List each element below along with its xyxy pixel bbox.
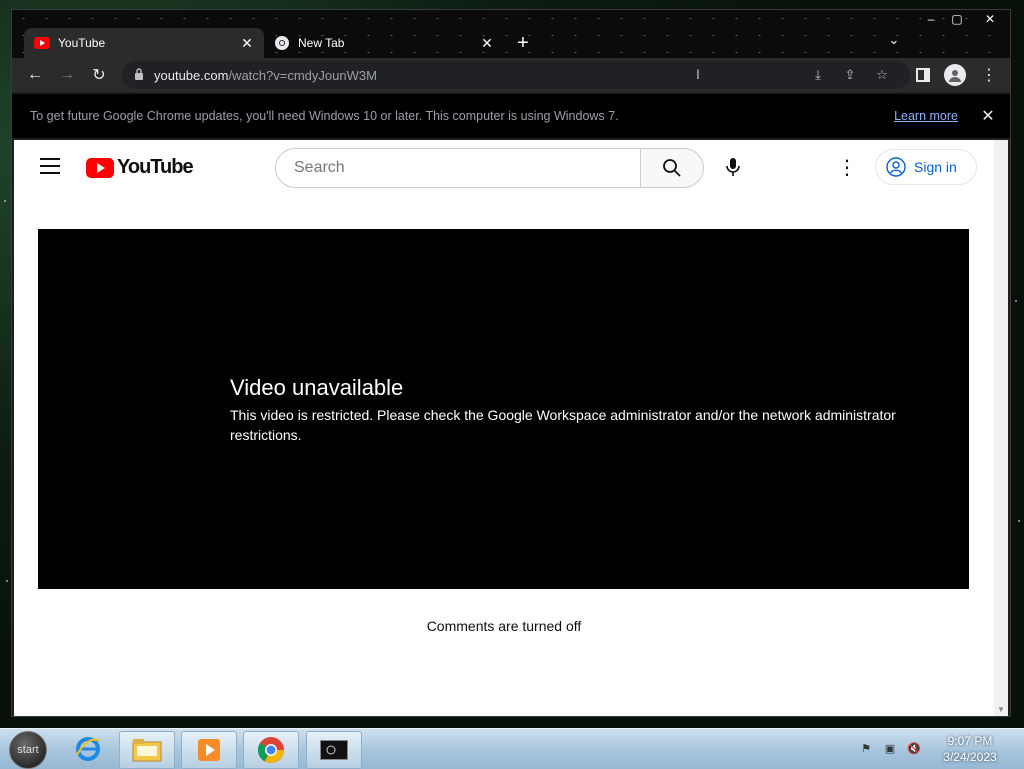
file-explorer-icon[interactable] bbox=[119, 731, 175, 769]
close-tab-icon[interactable]: ✕ bbox=[238, 35, 256, 52]
url-host: youtube.com bbox=[154, 67, 229, 83]
text-cursor-icon: I bbox=[696, 66, 700, 82]
minimize-button[interactable]: – bbox=[918, 10, 944, 28]
youtube-logo[interactable]: YouTube bbox=[86, 156, 194, 179]
action-center-flag-icon[interactable]: ⚑ bbox=[858, 740, 874, 756]
youtube-favicon-icon bbox=[34, 35, 50, 51]
sign-in-button[interactable]: Sign in bbox=[875, 149, 977, 185]
address-bar[interactable]: youtube.com/watch?v=cmdyJounW3M I ⤓ ⇪ ☆ bbox=[122, 61, 910, 89]
chrome-taskbar-icon[interactable] bbox=[243, 731, 299, 769]
tab-search-chevron-icon[interactable]: ⌄ bbox=[884, 32, 904, 48]
learn-more-link[interactable]: Learn more bbox=[894, 109, 958, 123]
close-infobar-icon[interactable]: ✕ bbox=[980, 106, 996, 126]
close-tab-icon[interactable]: ✕ bbox=[478, 35, 496, 52]
youtube-masthead: YouTube ⋮ Sign in bbox=[14, 140, 994, 196]
chrome-menu-icon[interactable]: ⋮ bbox=[978, 64, 1000, 86]
search-icon bbox=[663, 159, 681, 177]
bookmark-star-icon[interactable]: ☆ bbox=[872, 65, 892, 85]
update-infobar: To get future Google Chrome updates, you… bbox=[12, 94, 1010, 138]
profile-avatar-icon[interactable] bbox=[944, 64, 966, 86]
voice-search-mic-icon[interactable] bbox=[720, 154, 746, 180]
share-icon[interactable]: ⇪ bbox=[840, 65, 860, 85]
unavailable-title: Video unavailable bbox=[230, 375, 404, 400]
clock[interactable]: 9:07 PM 3/24/2023 bbox=[930, 733, 1010, 765]
toolbar: ← → ↻ youtube.com/watch?v=cmdyJounW3M I … bbox=[12, 58, 1010, 92]
volume-muted-icon[interactable]: 🔇 bbox=[906, 740, 922, 756]
internet-explorer-icon[interactable] bbox=[61, 731, 115, 767]
url-path: /watch?v=cmdyJounW3M bbox=[228, 67, 377, 83]
search-box bbox=[275, 148, 642, 188]
terminal-icon[interactable] bbox=[306, 731, 362, 769]
reload-icon[interactable]: ↻ bbox=[88, 64, 110, 86]
lock-icon bbox=[134, 67, 144, 83]
account-circle-icon bbox=[886, 157, 906, 177]
back-arrow-icon[interactable]: ← bbox=[24, 64, 46, 86]
infobar-message: To get future Google Chrome updates, you… bbox=[30, 109, 619, 123]
window-controls: – ▢ ✕ bbox=[918, 10, 1010, 28]
youtube-logo-text: YouTube bbox=[117, 156, 194, 178]
tab-youtube[interactable]: YouTube ✕ bbox=[24, 28, 264, 58]
side-panel-icon[interactable] bbox=[912, 64, 934, 86]
unavailable-message: This video is restricted. Please check t… bbox=[230, 407, 896, 443]
search-input[interactable] bbox=[292, 158, 616, 178]
system-tray: ⚑ ▣ 🔇 bbox=[858, 740, 922, 756]
start-label: start bbox=[17, 744, 39, 756]
start-button[interactable]: start bbox=[9, 731, 47, 769]
url-text: youtube.com/watch?v=cmdyJounW3M bbox=[154, 68, 377, 83]
close-window-button[interactable]: ✕ bbox=[970, 10, 1010, 28]
clock-date: 3/24/2023 bbox=[943, 750, 997, 764]
scroll-down-arrow-icon[interactable]: ▼ bbox=[997, 705, 1005, 714]
chrome-window: – ▢ ✕ YouTube ✕ New Tab ✕ + ⌄ ← → ↻ yout… bbox=[12, 10, 1010, 716]
page-scrollbar[interactable]: ▼ bbox=[994, 140, 1008, 716]
menu-hamburger-icon[interactable] bbox=[40, 158, 60, 174]
clock-time: 9:07 PM bbox=[947, 734, 993, 748]
youtube-page: YouTube ⋮ Sign in Video unavailable This… bbox=[14, 140, 994, 716]
media-player-icon[interactable] bbox=[181, 731, 237, 769]
forward-arrow-icon[interactable]: → bbox=[56, 64, 78, 86]
settings-kebab-icon[interactable]: ⋮ bbox=[834, 154, 860, 180]
new-tab-plus-icon[interactable]: + bbox=[512, 32, 534, 54]
tab-title: New Tab bbox=[298, 36, 345, 50]
video-player[interactable]: Video unavailable This video is restrict… bbox=[38, 229, 969, 589]
tab-new-tab[interactable]: New Tab ✕ bbox=[264, 28, 504, 58]
install-app-icon[interactable]: ⤓ bbox=[808, 65, 828, 85]
search-button[interactable] bbox=[640, 148, 704, 188]
tab-strip: – ▢ ✕ YouTube ✕ New Tab ✕ + ⌄ bbox=[12, 10, 1010, 58]
sign-in-label: Sign in bbox=[914, 159, 957, 175]
network-icon[interactable]: ▣ bbox=[882, 740, 898, 756]
comments-status: Comments are turned off bbox=[426, 618, 582, 634]
tab-title: YouTube bbox=[58, 36, 106, 50]
chrome-favicon-icon bbox=[274, 35, 290, 51]
maximize-button[interactable]: ▢ bbox=[944, 10, 970, 28]
windows-taskbar: start ⚑ ▣ 🔇 9:07 PM 3/24/2023 bbox=[0, 728, 1024, 769]
youtube-play-icon bbox=[86, 157, 114, 178]
